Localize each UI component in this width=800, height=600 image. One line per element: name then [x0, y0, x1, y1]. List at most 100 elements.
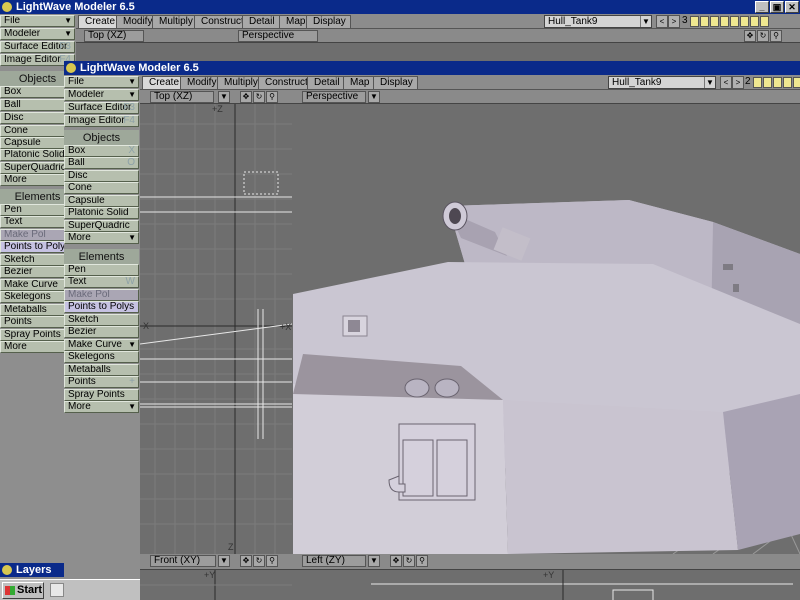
layer-number: 2 [745, 76, 751, 87]
spray-points-button[interactable]: Spray Points [64, 389, 139, 401]
back-file-menu[interactable]: File ▼ [0, 15, 75, 27]
pen-button[interactable]: Pen [64, 264, 139, 276]
front-title-bar: LightWave Modeler 6.5 [64, 61, 800, 75]
back-move-icon[interactable]: ✥ [744, 30, 756, 42]
object-selector[interactable]: Hull_Tank9 ▼ [608, 76, 716, 89]
skelegons-button[interactable]: Skelegons [64, 351, 139, 363]
close-icon[interactable]: ✕ [785, 1, 799, 13]
lightwave-app-icon [2, 2, 12, 12]
back-rotate-icon[interactable]: ↻ [757, 30, 769, 42]
tab-display[interactable]: Display [373, 76, 418, 89]
back-object-selector[interactable]: Hull_Tank9 ▼ [544, 15, 652, 28]
left-zoom-icon[interactable]: ⚲ [416, 555, 428, 567]
back-layer-slot[interactable] [760, 16, 769, 27]
make-pol-button[interactable]: Make Pol [64, 289, 139, 301]
left-viewport-label[interactable]: Left (ZY) [302, 555, 366, 567]
layer-slot[interactable] [773, 77, 782, 88]
tab-construct[interactable]: Construct [258, 76, 313, 89]
front-viewport-dropdown[interactable]: ▼ [218, 555, 230, 567]
top-zoom-icon[interactable]: ⚲ [266, 91, 278, 103]
layers-app-icon [2, 565, 12, 575]
minimize-icon[interactable]: _ [755, 1, 769, 13]
back-top-viewport-label[interactable]: Top (XZ) [84, 30, 144, 42]
back-tab-construct[interactable]: Construct [194, 15, 249, 28]
top-viewport-dropdown[interactable]: ▼ [218, 91, 230, 103]
sketch-button[interactable]: Sketch [64, 314, 139, 326]
top-viewport[interactable]: +Z X +X Z [140, 104, 292, 554]
bottom-viewport-header-row: Front (XY) ▼ ✥ ↻ ⚲ Left (ZY) ▼ ✥ ↻ ⚲ [140, 554, 800, 570]
back-layer-slot[interactable] [690, 16, 699, 27]
start-button[interactable]: Start [2, 582, 44, 599]
tab-multiply[interactable]: Multiply [217, 76, 263, 89]
layer-slot[interactable] [753, 77, 762, 88]
back-tab-create[interactable]: Create [78, 15, 121, 28]
back-layer-slot[interactable] [730, 16, 739, 27]
make-curve-button[interactable]: Make Curve ▼ [64, 339, 139, 351]
front-move-icon[interactable]: ✥ [240, 555, 252, 567]
back-tab-detail[interactable]: Detail [242, 15, 280, 28]
back-layer-slot[interactable] [740, 16, 749, 27]
front-rotate-icon[interactable]: ↻ [253, 555, 265, 567]
back-layer-slot[interactable] [700, 16, 709, 27]
layer-slot[interactable] [783, 77, 792, 88]
cone-button[interactable]: Cone [64, 182, 139, 194]
back-layer-slot[interactable] [750, 16, 759, 27]
prev-layer-button[interactable]: < [720, 76, 732, 89]
next-layer-button[interactable]: > [732, 76, 744, 89]
perspective-viewport[interactable] [293, 104, 800, 554]
bezier-button[interactable]: Bezier [64, 326, 139, 338]
left-viewport-dropdown[interactable]: ▼ [368, 555, 380, 567]
back-perspective-viewport-label[interactable]: Perspective [238, 30, 318, 42]
layer-slot[interactable] [793, 77, 800, 88]
tab-detail[interactable]: Detail [307, 76, 345, 89]
top-axis-x-label: X [143, 321, 150, 331]
platonic-solid-button[interactable]: Platonic Solid [64, 207, 139, 219]
superquadric-button[interactable]: SuperQuadric [64, 220, 139, 232]
objects-more-button[interactable]: More ▼ [64, 232, 139, 244]
back-title-bar: LightWave Modeler 6.5 _ ▣ ✕ [0, 0, 800, 14]
front-zoom-icon[interactable]: ⚲ [266, 555, 278, 567]
back-layer-slot[interactable] [720, 16, 729, 27]
elements-more-button[interactable]: More ▼ [64, 401, 139, 413]
back-surface-editor-button[interactable]: Surface Editor F3 [0, 41, 75, 53]
left-axis-y-label: +Y [543, 570, 555, 580]
front-window-title: LightWave Modeler 6.5 [80, 62, 199, 74]
image-editor-button[interactable]: Image Editor F4 [64, 115, 139, 127]
back-tab-display[interactable]: Display [306, 15, 351, 28]
file-menu[interactable]: File ▼ [64, 76, 139, 88]
tab-map[interactable]: Map [343, 76, 375, 89]
top-rotate-icon[interactable]: ↻ [253, 91, 265, 103]
box-button[interactable]: Box X [64, 145, 139, 157]
back-prev-layer-button[interactable]: < [656, 15, 668, 28]
quick-launch-icon[interactable] [50, 583, 64, 597]
tab-modify[interactable]: Modify [180, 76, 222, 89]
layer-slot[interactable] [763, 77, 772, 88]
perspective-dropdown[interactable]: ▼ [368, 91, 380, 103]
disc-button[interactable]: Disc [64, 170, 139, 182]
perspective-viewport-label[interactable]: Perspective [302, 91, 366, 103]
back-modeler-menu[interactable]: Modeler ▼ [0, 28, 75, 40]
maximize-icon[interactable]: ▣ [770, 1, 784, 13]
top-move-icon[interactable]: ✥ [240, 91, 252, 103]
metaballs-button[interactable]: Metaballs [64, 364, 139, 376]
taskbar: Start [0, 579, 140, 600]
points-to-polys-button[interactable]: Points to Polys [64, 301, 139, 313]
tab-create[interactable]: Create [142, 76, 185, 89]
ball-button[interactable]: Ball O [64, 157, 139, 169]
top-viewport-label[interactable]: Top (XZ) [150, 91, 214, 103]
points-button[interactable]: Points + [64, 376, 139, 388]
capsule-button[interactable]: Capsule [64, 195, 139, 207]
surface-editor-button[interactable]: Surface Editor F3 [64, 102, 139, 114]
back-zoom-icon[interactable]: ⚲ [770, 30, 782, 42]
left-rotate-icon[interactable]: ↻ [403, 555, 415, 567]
back-layer-slot[interactable] [710, 16, 719, 27]
left-viewport[interactable]: +Y [293, 570, 800, 600]
left-move-icon[interactable]: ✥ [390, 555, 402, 567]
modeler-menu[interactable]: Modeler ▼ [64, 89, 139, 101]
back-next-layer-button[interactable]: > [668, 15, 680, 28]
back-tab-multiply[interactable]: Multiply [152, 15, 198, 28]
top-axis-z-label: +Z [212, 104, 223, 114]
front-viewport-label[interactable]: Front (XY) [150, 555, 216, 567]
text-button[interactable]: Text W [64, 276, 139, 288]
front-viewport[interactable]: +Y [140, 570, 292, 600]
